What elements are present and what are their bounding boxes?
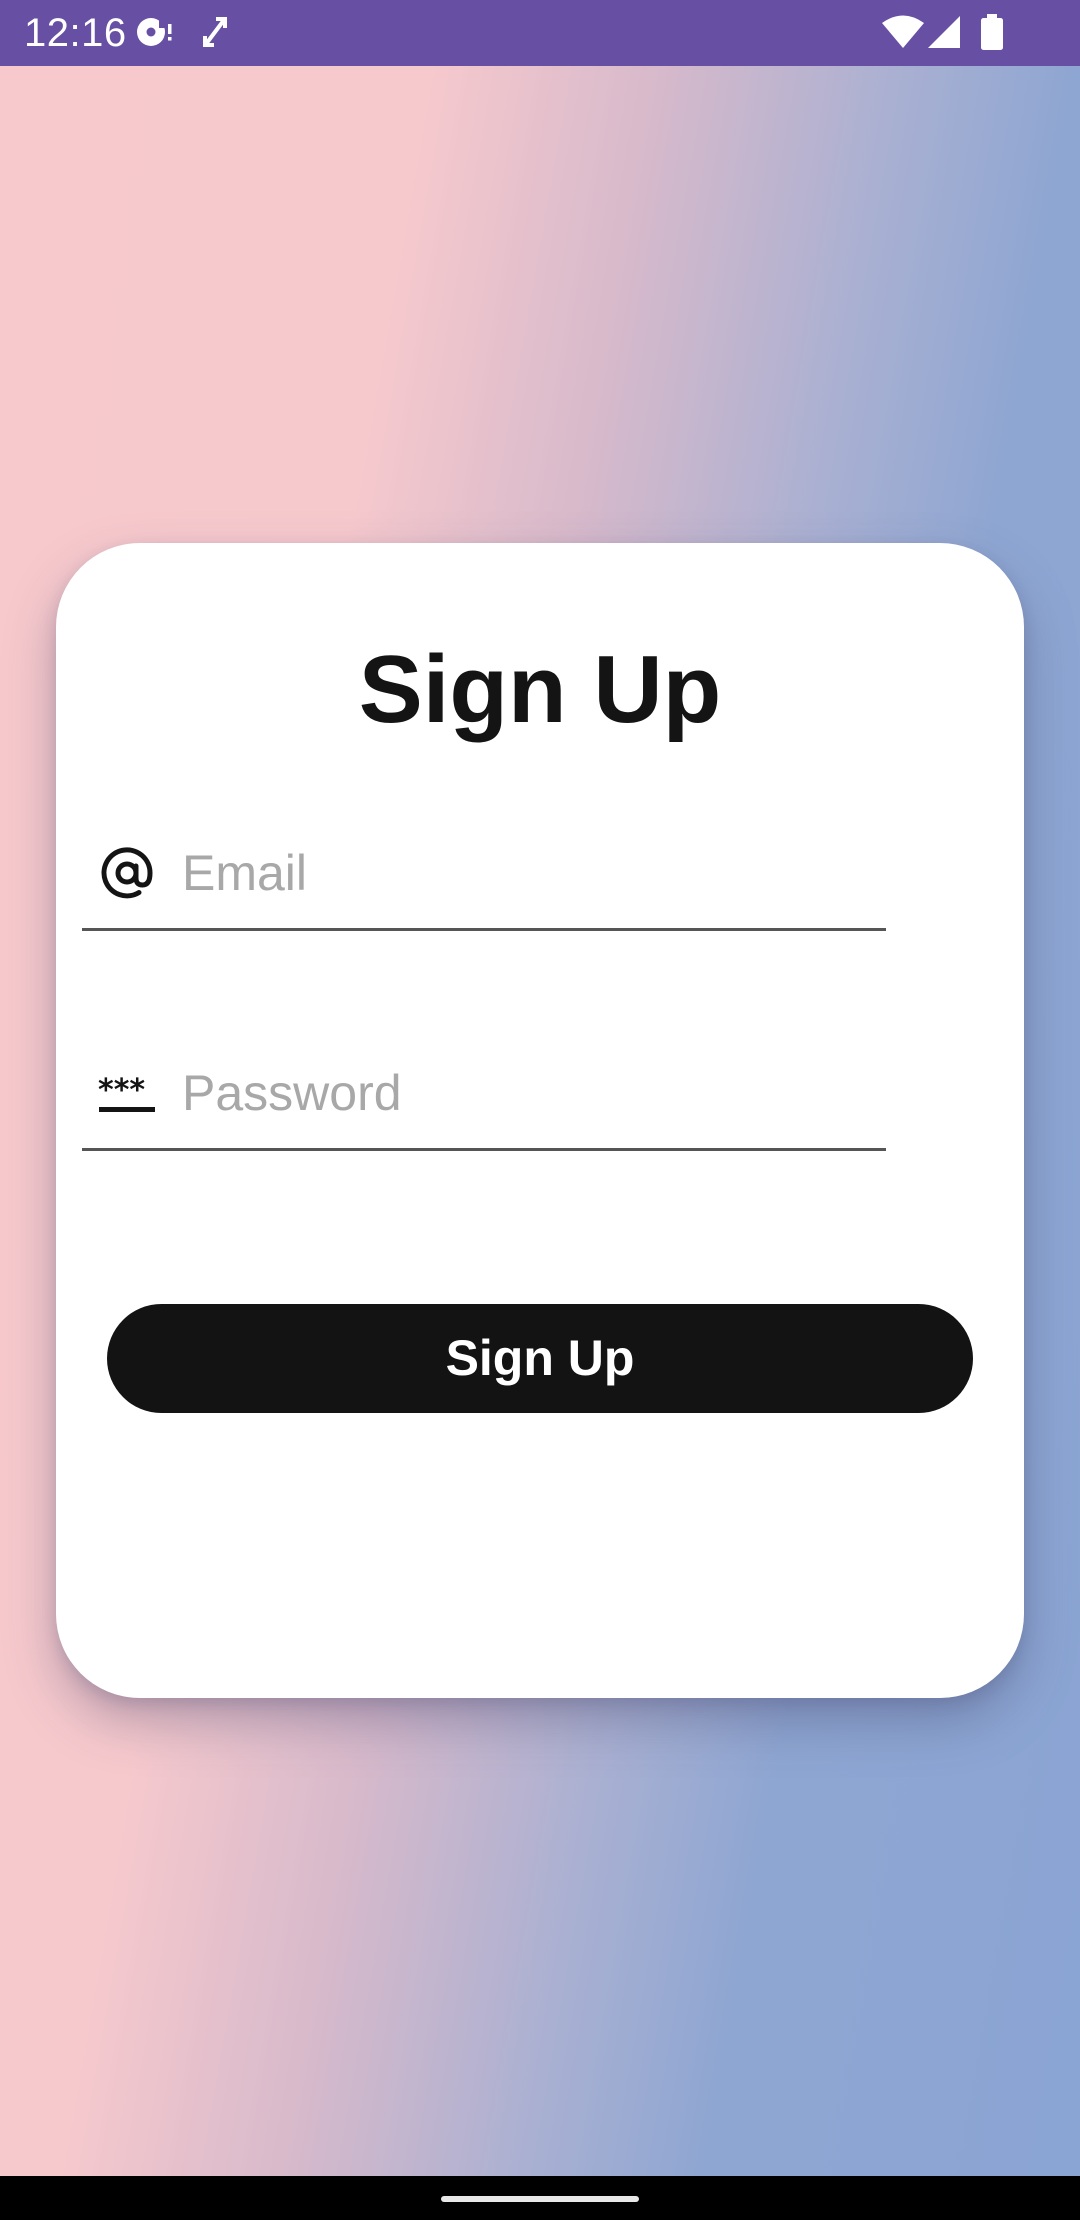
navigation-bar	[0, 2176, 1080, 2220]
password-dots-icon: ***	[98, 1064, 156, 1122]
sign-up-screen: 12:16 Sign Up Email *** Sign Up	[0, 0, 1080, 2220]
svg-text:***: ***	[98, 1073, 145, 1108]
page-title: Sign Up	[358, 636, 722, 743]
password-field[interactable]: ***	[82, 1038, 886, 1151]
home-gesture-handle[interactable]	[441, 2196, 639, 2202]
wifi-icon	[880, 14, 926, 50]
battery-icon	[978, 14, 1006, 50]
media-notification-icon	[135, 14, 175, 50]
status-bar: 12:16	[0, 0, 1080, 66]
email-input[interactable]	[182, 832, 872, 914]
at-sign-icon	[98, 844, 156, 902]
status-time: 12:16	[24, 11, 127, 55]
sign-up-button[interactable]: Sign Up	[107, 1304, 973, 1413]
screen-rotate-icon	[202, 14, 230, 50]
password-input[interactable]	[182, 1052, 872, 1134]
email-field[interactable]	[82, 818, 886, 931]
cellular-signal-icon	[926, 14, 962, 50]
